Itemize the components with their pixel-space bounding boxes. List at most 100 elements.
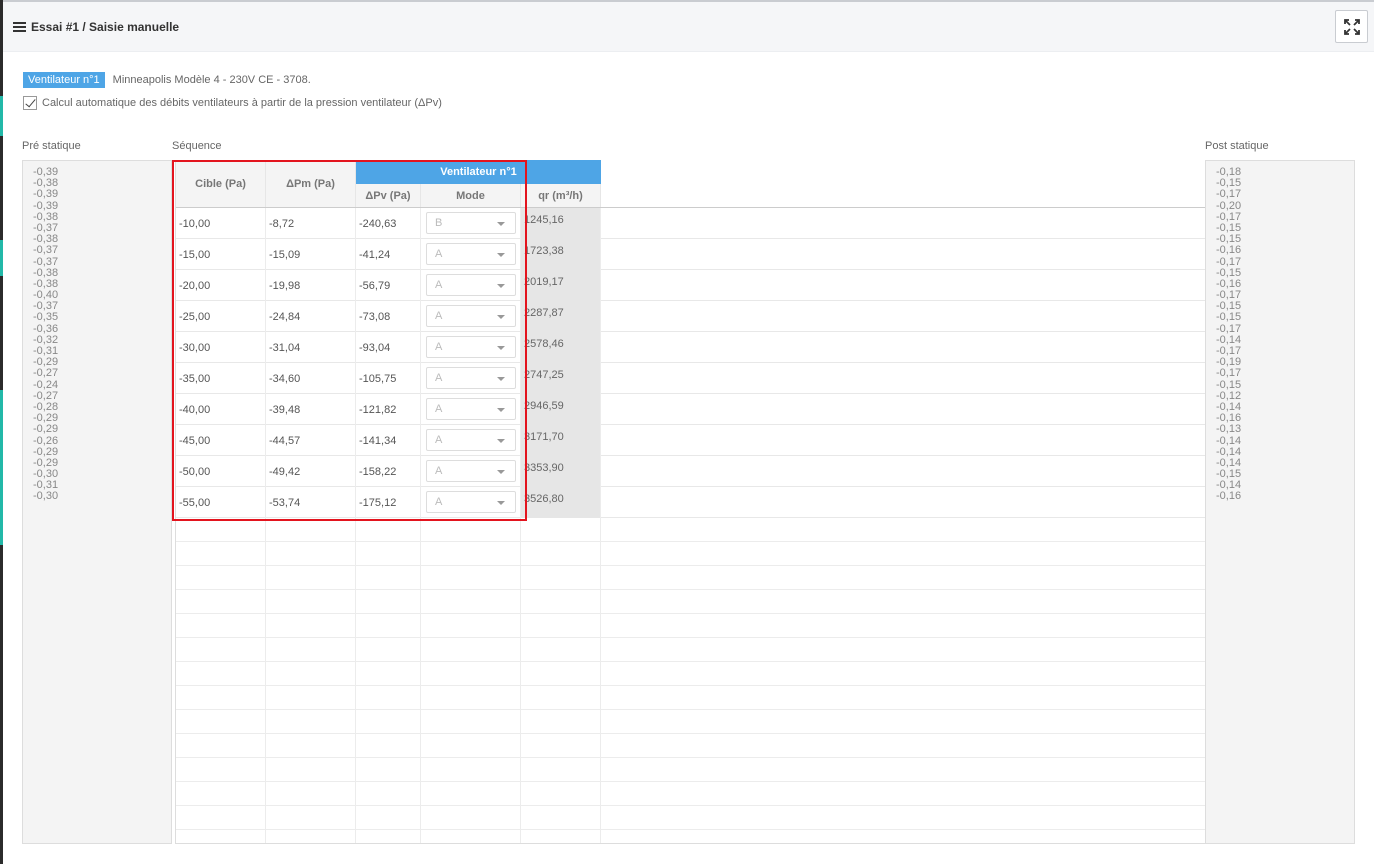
empty-cell: [356, 590, 421, 614]
empty-cell: [266, 614, 356, 638]
expand-button[interactable]: [1335, 10, 1368, 43]
empty-cell: [266, 686, 356, 710]
cible-cell: -55,00: [176, 487, 266, 518]
mode-select[interactable]: A: [426, 274, 516, 296]
mode-select[interactable]: A: [426, 460, 516, 482]
pre-static-value: -0,29: [33, 423, 59, 436]
empty-cell: [356, 662, 421, 686]
table-row: -45,00 -44,57 -141,34 A 3171,70: [176, 425, 1205, 456]
empty-cell: [521, 758, 601, 782]
mode-select[interactable]: A: [426, 336, 516, 358]
dpm-cell: -24,84: [266, 301, 356, 332]
mode-select[interactable]: A: [426, 305, 516, 327]
empty-cell: [266, 590, 356, 614]
dpm-cell: -39,48: [266, 394, 356, 425]
qr-cell: 1245,16: [521, 208, 601, 239]
empty-cell: [521, 734, 601, 758]
mode-cell: A: [421, 239, 521, 270]
empty-row: [176, 782, 1205, 806]
empty-cell: [266, 638, 356, 662]
empty-cell: [521, 542, 601, 566]
empty-cell: [521, 806, 601, 830]
mode-cell: A: [421, 332, 521, 363]
post-static-value: -0,15: [1216, 311, 1242, 324]
empty-cell: [421, 566, 521, 590]
empty-cell: [356, 542, 421, 566]
sequence-table: Cible (Pa) ΔPm (Pa) Ventilateur n°1 ΔPv …: [175, 160, 1206, 844]
dpv-cell: -141,34: [356, 425, 421, 456]
dpm-cell: -15,09: [266, 239, 356, 270]
empty-cell: [266, 542, 356, 566]
mode-cell: A: [421, 301, 521, 332]
empty-cell: [176, 590, 266, 614]
dpv-cell: -240,63: [356, 208, 421, 239]
mode-select[interactable]: A: [426, 243, 516, 265]
table-row: -35,00 -34,60 -105,75 A 2747,25: [176, 363, 1205, 394]
fan-badge: Ventilateur n°1: [23, 72, 105, 88]
empty-cell: [421, 638, 521, 662]
table-row: -50,00 -49,42 -158,22 A 3353,90: [176, 456, 1205, 487]
mode-select[interactable]: A: [426, 429, 516, 451]
empty-cell: [266, 758, 356, 782]
header-cible: Cible (Pa): [176, 160, 266, 207]
pre-static-value: -0,30: [33, 490, 59, 503]
header-dpv: ΔPv (Pa): [356, 184, 421, 207]
dpv-cell: -158,22: [356, 456, 421, 487]
cible-cell: -45,00: [176, 425, 266, 456]
dpv-cell: -56,79: [356, 270, 421, 301]
panel-header: Essai #1 / Saisie manuelle: [3, 0, 1374, 52]
cible-cell: -25,00: [176, 301, 266, 332]
empty-cell: [176, 830, 266, 843]
table-row: -25,00 -24,84 -73,08 A 2287,87: [176, 301, 1205, 332]
mode-select[interactable]: A: [426, 367, 516, 389]
empty-cell: [521, 710, 601, 734]
empty-cell: [421, 686, 521, 710]
cible-cell: -20,00: [176, 270, 266, 301]
empty-row: [176, 710, 1205, 734]
panel-title-text: Essai #1 / Saisie manuelle: [31, 20, 180, 34]
auto-calc-option[interactable]: Calcul automatique des débits ventilateu…: [23, 96, 442, 110]
test-panel: Essai #1 / Saisie manuelle Ventilateur n…: [3, 0, 1374, 864]
mode-cell: A: [421, 425, 521, 456]
empty-row: [176, 734, 1205, 758]
dpm-cell: -31,04: [266, 332, 356, 363]
auto-calc-checkbox[interactable]: [23, 96, 37, 110]
pre-static-value: -0,26: [33, 434, 59, 447]
dpv-cell: -105,75: [356, 363, 421, 394]
empty-cell: [266, 566, 356, 590]
mode-select[interactable]: A: [426, 491, 516, 513]
empty-cell: [176, 710, 266, 734]
mode-select[interactable]: A: [426, 398, 516, 420]
empty-cell: [266, 710, 356, 734]
empty-row: [176, 590, 1205, 614]
empty-cell: [176, 734, 266, 758]
pre-static-value: -0,27: [33, 367, 59, 380]
qr-cell: 2578,46: [521, 332, 601, 363]
pre-static-value: -0,37: [33, 255, 59, 268]
table-row: -20,00 -19,98 -56,79 A 2019,17: [176, 270, 1205, 301]
dpv-cell: -41,24: [356, 239, 421, 270]
cible-cell: -10,00: [176, 208, 266, 239]
empty-cell: [521, 518, 601, 542]
post-static-value: -0,16: [1216, 490, 1242, 503]
empty-row: [176, 614, 1205, 638]
fan-info: Ventilateur n°1 Minneapolis Modèle 4 - 2…: [23, 72, 311, 88]
empty-row: [176, 806, 1205, 830]
table-row: -15,00 -15,09 -41,24 A 1723,38: [176, 239, 1205, 270]
qr-cell: 2287,87: [521, 301, 601, 332]
empty-cell: [356, 758, 421, 782]
cible-cell: -35,00: [176, 363, 266, 394]
empty-cell: [356, 614, 421, 638]
empty-row: [176, 830, 1205, 843]
mode-select[interactable]: B: [426, 212, 516, 234]
empty-cell: [521, 782, 601, 806]
qr-cell: 1723,38: [521, 239, 601, 270]
empty-cell: [266, 518, 356, 542]
empty-cell: [176, 518, 266, 542]
empty-row: [176, 566, 1205, 590]
header-fan-group: Ventilateur n°1: [356, 160, 601, 184]
header-dpm: ΔPm (Pa): [266, 160, 356, 207]
pre-static-label: Pré statique: [22, 140, 81, 152]
table-row: -30,00 -31,04 -93,04 A 2578,46: [176, 332, 1205, 363]
qr-cell: 2946,59: [521, 394, 601, 425]
